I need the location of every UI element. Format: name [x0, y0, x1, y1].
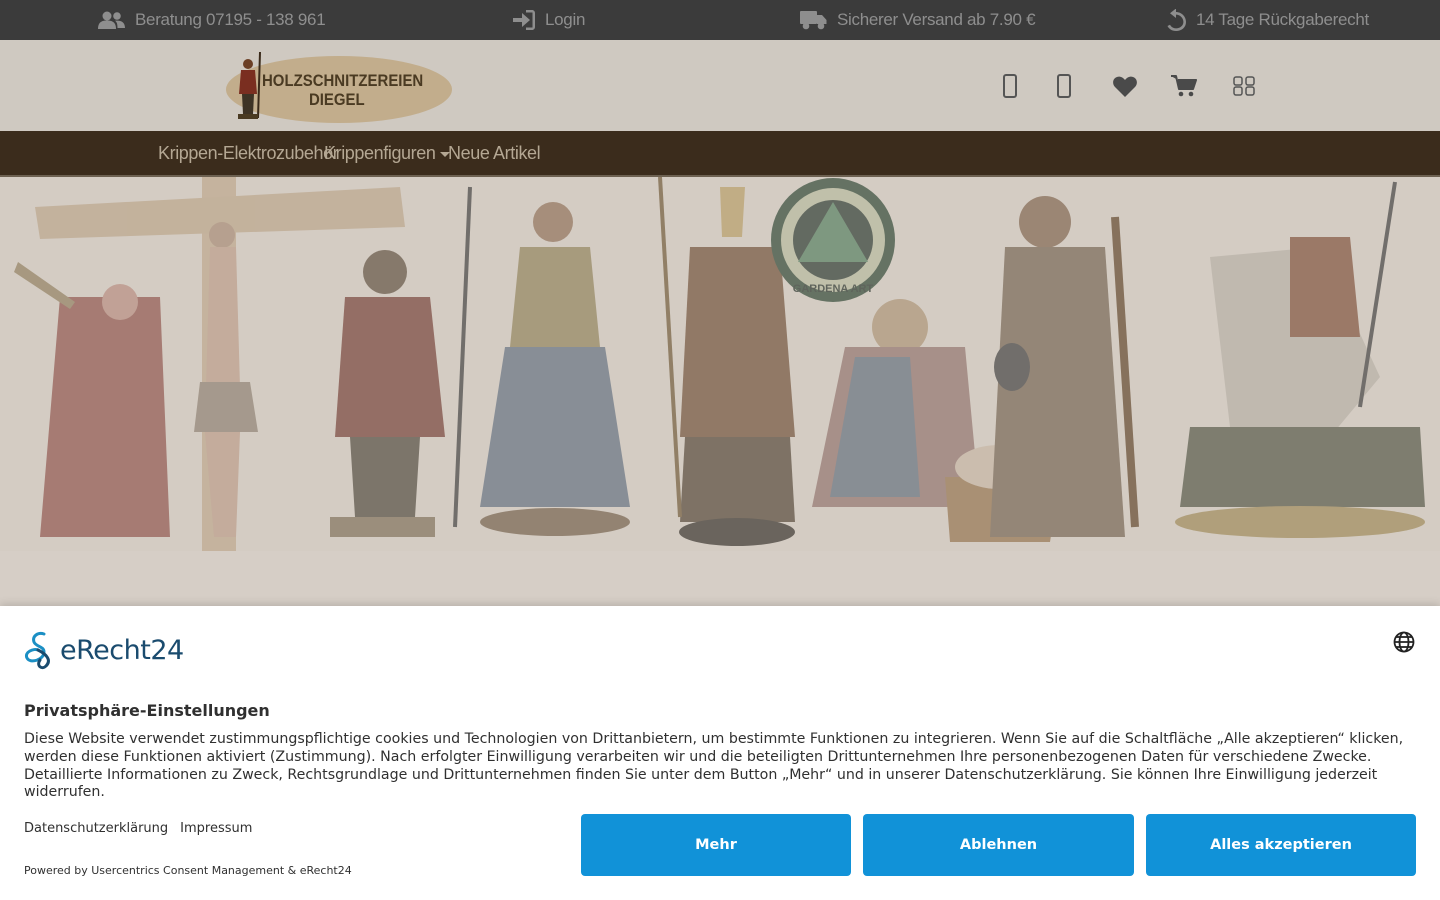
consent-title: Privatsphäre-Einstellungen — [24, 701, 270, 720]
beratung-info: Beratung 07195 - 138 961 — [98, 0, 326, 40]
versand-text: Sicherer Versand ab 7.90 € — [837, 10, 1036, 29]
versand-info: Sicherer Versand ab 7.90 € — [800, 0, 1036, 40]
accept-all-button[interactable]: Alles akzeptieren — [1146, 814, 1416, 876]
login-text: Login — [545, 10, 586, 29]
nav-item-label: Krippen-Elektrozubehör — [158, 142, 339, 163]
powered-by-text: Powered by Usercentrics Consent Manageme… — [24, 864, 352, 877]
consent-body-text: Diese Website verwendet zustimmungspflic… — [24, 731, 1404, 801]
grid-icon[interactable] — [1230, 72, 1258, 100]
site-logo[interactable]: HOLZSCHNITZEREIEN DIEGEL — [226, 48, 456, 126]
mobile-icon[interactable] — [1050, 72, 1078, 100]
top-info-bar: Beratung 07195 - 138 961 Login Sicherer … — [0, 0, 1440, 40]
consent-links: Datenschutzerklärung Impressum — [24, 821, 252, 836]
cart-icon[interactable] — [1170, 72, 1198, 100]
users-icon — [98, 11, 125, 29]
erecht24-symbol-icon — [24, 632, 50, 670]
decline-button[interactable]: Ablehnen — [863, 814, 1134, 876]
undo-icon — [1167, 9, 1186, 31]
hero-banner-image: GARDENA ART — [0, 177, 1440, 551]
logo-text: HOLZSCHNITZEREIEN DIEGEL — [262, 71, 424, 109]
nav-item-krippenfiguren[interactable]: Krippenfiguren — [324, 131, 451, 175]
sign-in-icon — [513, 10, 535, 30]
erecht24-logo: eRecht24 — [24, 630, 184, 670]
logo-line-2: DIEGEL — [308, 90, 365, 109]
erecht24-brand-text: eRecht24 — [60, 634, 184, 666]
more-button[interactable]: Mehr — [581, 814, 851, 876]
globe-icon[interactable] — [1393, 631, 1415, 653]
truck-icon — [800, 11, 827, 30]
beratung-text: Beratung 07195 - 138 961 — [135, 10, 326, 29]
logo-figure-icon — [238, 51, 261, 119]
nav-item-label: Neue Artikel — [448, 142, 541, 163]
logo-line-1: HOLZSCHNITZEREIEN — [262, 71, 424, 90]
nav-item-neue-artikel[interactable]: Neue Artikel — [448, 131, 541, 175]
privacy-policy-link[interactable]: Datenschutzerklärung — [24, 821, 168, 836]
rueckgabe-info: 14 Tage Rückgaberecht — [1166, 0, 1369, 40]
rueckgabe-text: 14 Tage Rückgaberecht — [1196, 10, 1369, 29]
cookie-consent-banner: eRecht24 Privatsphäre-Einstellungen Dies… — [0, 606, 1440, 900]
imprint-link[interactable]: Impressum — [180, 821, 252, 836]
nav-item-krippen-elektrozubehoer[interactable]: Krippen-Elektrozubehör — [158, 131, 339, 175]
content-area — [0, 551, 1440, 606]
heart-icon[interactable] — [1111, 72, 1139, 100]
hero-banner: GARDENA ART — [0, 177, 1440, 551]
mobile-icon[interactable] — [996, 72, 1024, 100]
login-link[interactable]: Login — [513, 0, 585, 40]
site-header: HOLZSCHNITZEREIEN DIEGEL — [0, 40, 1440, 131]
main-navigation: Krippen-Elektrozubehör Krippenfiguren Ne… — [0, 131, 1440, 177]
nav-item-label: Krippenfiguren — [324, 142, 436, 163]
